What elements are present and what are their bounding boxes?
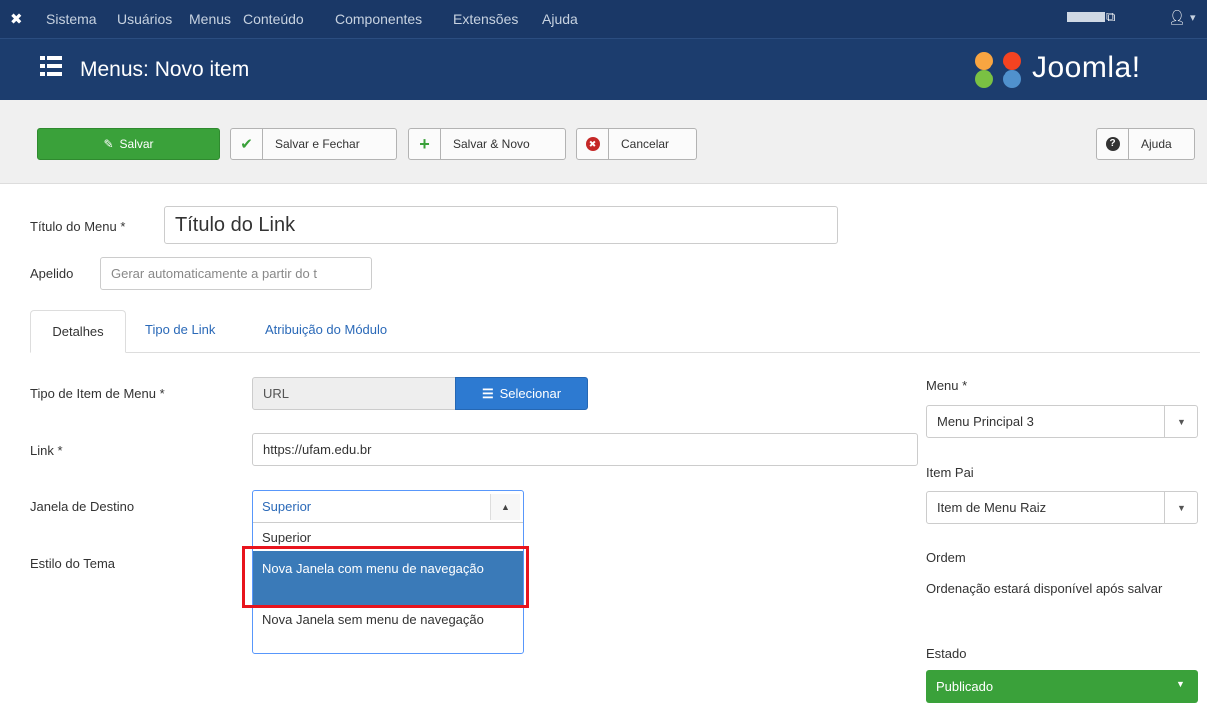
chevron-down-icon: ▼ (1164, 492, 1198, 523)
status-select[interactable]: Publicado ▼ (926, 670, 1198, 703)
highlight-box (242, 546, 529, 608)
list-icon: ☰ (481, 385, 494, 401)
nav-menus[interactable]: Menus (189, 11, 231, 27)
menu-item-type-label: Tipo de Item de Menu * (30, 386, 165, 401)
edit-icon: ✎ (103, 137, 114, 151)
chevron-down-icon: ▾ (1190, 12, 1196, 24)
save-new-button[interactable]: + Salvar & Novo (408, 128, 566, 160)
parent-item-label: Item Pai (926, 465, 974, 480)
cancel-circle-icon: ✖ (577, 129, 609, 159)
link-label: Link * (30, 443, 63, 458)
tabs-divider (30, 352, 1200, 353)
chevron-up-icon[interactable]: ▲ (490, 494, 520, 520)
select-button[interactable]: ☰ Selecionar (455, 377, 588, 410)
nav-sistema[interactable]: Sistema (46, 11, 97, 27)
select-head[interactable]: Superior ▲ (253, 491, 523, 523)
option-superior[interactable]: Superior (253, 530, 523, 545)
page-title: Menus: Novo item (80, 58, 250, 81)
menu-title-input[interactable]: Título do Link (164, 206, 838, 244)
save-button[interactable]: ✎ Salvar (37, 128, 220, 160)
link-input[interactable]: https://ufam.edu.br (252, 433, 918, 466)
question-icon: ? (1097, 129, 1129, 159)
alias-label: Apelido (30, 266, 74, 281)
list-icon (40, 55, 62, 77)
template-style-label: Estilo do Tema (30, 556, 116, 571)
user-icon[interactable]: 👤︎ (1168, 9, 1186, 26)
chevron-down-icon: ▼ (1176, 679, 1185, 689)
nav-componentes[interactable]: Componentes (335, 11, 422, 27)
plus-icon: + (409, 129, 441, 159)
nav-extensoes[interactable]: Extensões (453, 11, 518, 27)
joomla-logo-text: Joomla! (1032, 51, 1141, 84)
option-new-window-without-nav[interactable]: Nova Janela sem menu de navegação (253, 612, 523, 627)
menu-title-label: Título do Menu * (30, 219, 126, 234)
order-label: Ordem (926, 550, 966, 565)
alias-input[interactable]: Gerar automaticamente a partir do t (100, 257, 372, 290)
tab-detalhes[interactable]: Detalhes (30, 310, 126, 353)
tab-tipo-de-link[interactable]: Tipo de Link (145, 322, 215, 337)
order-info-text: Ordenação estará disponível após salvar (926, 581, 1163, 596)
help-button[interactable]: ? Ajuda (1096, 128, 1195, 160)
top-navbar: ✖ Sistema Usuários Menus Conteúdo Compon… (0, 0, 1207, 38)
page-header: Menus: Novo item Joomla! (0, 38, 1207, 100)
menu-select[interactable]: Menu Principal 3 ▼ (926, 405, 1198, 438)
nav-ajuda[interactable]: Ajuda (542, 11, 578, 27)
joomla-logo-icon (975, 52, 1021, 88)
tab-atribuicao-do-modulo[interactable]: Atribuição do Módulo (265, 322, 387, 337)
nav-usuarios[interactable]: Usuários (117, 11, 172, 27)
site-name-redacted[interactable] (1067, 12, 1105, 22)
chevron-down-icon: ▼ (1164, 406, 1198, 437)
target-window-label: Janela de Destino (30, 499, 135, 514)
parent-item-select[interactable]: Item de Menu Raiz ▼ (926, 491, 1198, 524)
nav-conteudo[interactable]: Conteúdo (243, 11, 304, 27)
selected-value: Superior (262, 499, 312, 514)
cancel-button[interactable]: ✖ Cancelar (576, 128, 697, 160)
joomla-menu-icon[interactable]: ✖ (10, 10, 23, 28)
menu-item-type-field: URL (252, 377, 456, 410)
external-link-icon[interactable]: ⧉ (1106, 9, 1115, 25)
toolbar: ✎ Salvar ✔ Salvar e Fechar + Salvar & No… (0, 100, 1207, 184)
menu-label: Menu * (926, 378, 968, 393)
check-icon: ✔ (231, 129, 263, 159)
status-label: Estado (926, 646, 967, 661)
save-close-button[interactable]: ✔ Salvar e Fechar (230, 128, 397, 160)
